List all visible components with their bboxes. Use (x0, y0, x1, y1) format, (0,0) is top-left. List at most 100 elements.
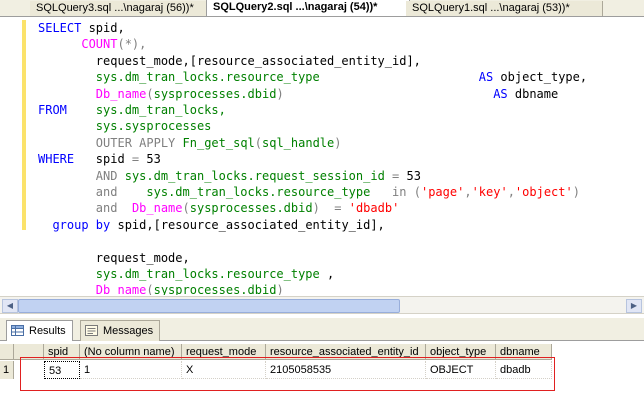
arrow-left-icon[interactable]: ◀ (2, 299, 18, 313)
tab-sqlquery1[interactable]: SQLQuery1.sql ...\nagaraj (53))* (406, 1, 603, 16)
code-token: ) (334, 135, 342, 150)
code-token: sys.sysprocesses (95, 119, 212, 134)
code-token: ( (146, 86, 154, 101)
code-token: and (95, 201, 118, 216)
code-token: AS (478, 70, 494, 85)
code-token: ( (146, 283, 154, 295)
code-token: (*), (117, 37, 147, 52)
code-token: , (319, 267, 335, 281)
code-token: , (464, 185, 472, 199)
code-token: Db_name (95, 283, 147, 295)
code-line[interactable]: group by spid,[resource_associated_entit… (38, 217, 385, 233)
code-line[interactable]: Db_name(sysprocesses.dbid) AS dbname (38, 86, 558, 102)
code-token: AND (95, 168, 118, 183)
code-token: request_mode, (38, 250, 190, 265)
horizontal-scrollbar[interactable]: ◀ ▶ (0, 296, 644, 314)
code-token: spid (74, 152, 132, 167)
code-line[interactable]: request_mode, (38, 250, 190, 266)
code-token: 53 (139, 152, 161, 167)
tab-messages[interactable]: Messages (80, 320, 161, 341)
code-token: ) (276, 283, 284, 295)
code-line[interactable]: FROM sys.dm_tran_locks, (38, 102, 226, 118)
code-token: ( (254, 135, 262, 150)
results-tab-bar: Results Messages (0, 318, 644, 341)
code-line[interactable]: sys.dm_tran_locks.resource_type , (38, 266, 334, 282)
tab-sqlquery3[interactable]: SQLQuery3.sql ...\nagaraj (56))* (30, 1, 207, 16)
code-token: OUTER APPLY (95, 135, 176, 150)
code-token: FROM (38, 103, 67, 117)
messages-icon (85, 325, 98, 336)
code-token: sql_handle (262, 135, 335, 150)
code-token: sys.dm_tran_locks.resource_type (146, 185, 371, 199)
code-token: sys.dm_tran_locks.resource_type (95, 70, 320, 85)
tab-label: SQLQuery1.sql ...\nagaraj (53))* (412, 2, 570, 14)
tab-sqlquery2[interactable]: SQLQuery2.sql ...\nagaraj (54))* (206, 0, 410, 16)
tab-messages-label: Messages (103, 325, 154, 337)
code-token: ) (312, 201, 320, 216)
code-token: and (95, 185, 118, 199)
code-token: sys.dm_tran_locks.resource_type (95, 267, 320, 281)
tab-results[interactable]: Results (6, 320, 73, 341)
grid-icon (11, 325, 24, 336)
editor-gutter (0, 17, 30, 295)
scroll-thumb[interactable] (18, 299, 400, 313)
tab-label: SQLQuery2.sql ...\nagaraj (54))* (213, 1, 378, 13)
code-line[interactable]: OUTER APPLY Fn_get_sql(sql_handle) (38, 135, 342, 151)
code-token: 53 (399, 168, 421, 183)
code-token: ) (276, 86, 284, 101)
code-line[interactable]: SELECT spid, (38, 20, 125, 36)
code-line[interactable]: sys.sysprocesses (38, 118, 212, 134)
code-token: sysprocesses.dbid (153, 86, 277, 101)
document-tab-bar: SQLQuery3.sql ...\nagaraj (56))* SQLQuer… (0, 0, 644, 17)
code-token: Db_name (131, 201, 183, 216)
code-token: dbname (507, 86, 559, 101)
code-token: sys.dm_tran_locks, (95, 103, 226, 117)
code-line[interactable]: WHERE spid = 53 (38, 151, 161, 167)
code-token: SELECT (38, 21, 82, 35)
code-token: sys.dm_tran_locks.request_session_id (124, 168, 385, 183)
code-token: Db_name (95, 86, 147, 101)
code-token: spid, (81, 21, 125, 35)
code-line[interactable]: AND sys.dm_tran_locks.request_session_id… (38, 168, 421, 184)
code-line[interactable]: COUNT(*), (38, 36, 146, 52)
code-token: COUNT (81, 37, 118, 52)
code-token: ( (413, 185, 421, 199)
arrow-right-icon[interactable]: ▶ (626, 299, 642, 313)
row-number[interactable]: 1 (0, 361, 14, 379)
tab-results-label: Results (29, 325, 66, 337)
code-token: ( (182, 201, 190, 216)
code-line[interactable]: sys.dm_tran_locks.resource_type AS objec… (38, 69, 587, 85)
code-token: WHERE (38, 152, 75, 167)
change-marker (22, 20, 26, 230)
code-token: , (507, 185, 515, 199)
code-token: object_type, (493, 70, 588, 85)
code-line[interactable]: Db_name(sysprocesses.dbid) (38, 282, 284, 295)
code-token: Fn_get_sql (182, 135, 255, 150)
code-line[interactable]: and sys.dm_tran_locks.resource_type in (… (38, 184, 580, 200)
sql-editor[interactable]: SELECT spid, COUNT(*), request_mode,[res… (38, 17, 644, 295)
code-token: sysprocesses.dbid (189, 201, 313, 216)
code-line[interactable]: and Db_name(sysprocesses.dbid) = 'dbadb' (38, 200, 400, 216)
code-line[interactable]: request_mode,[resource_associated_entity… (38, 53, 421, 69)
code-token: = (334, 201, 342, 216)
code-token: spid,[resource_associated_entity_id], (110, 217, 385, 232)
code-token: ) (572, 185, 580, 199)
